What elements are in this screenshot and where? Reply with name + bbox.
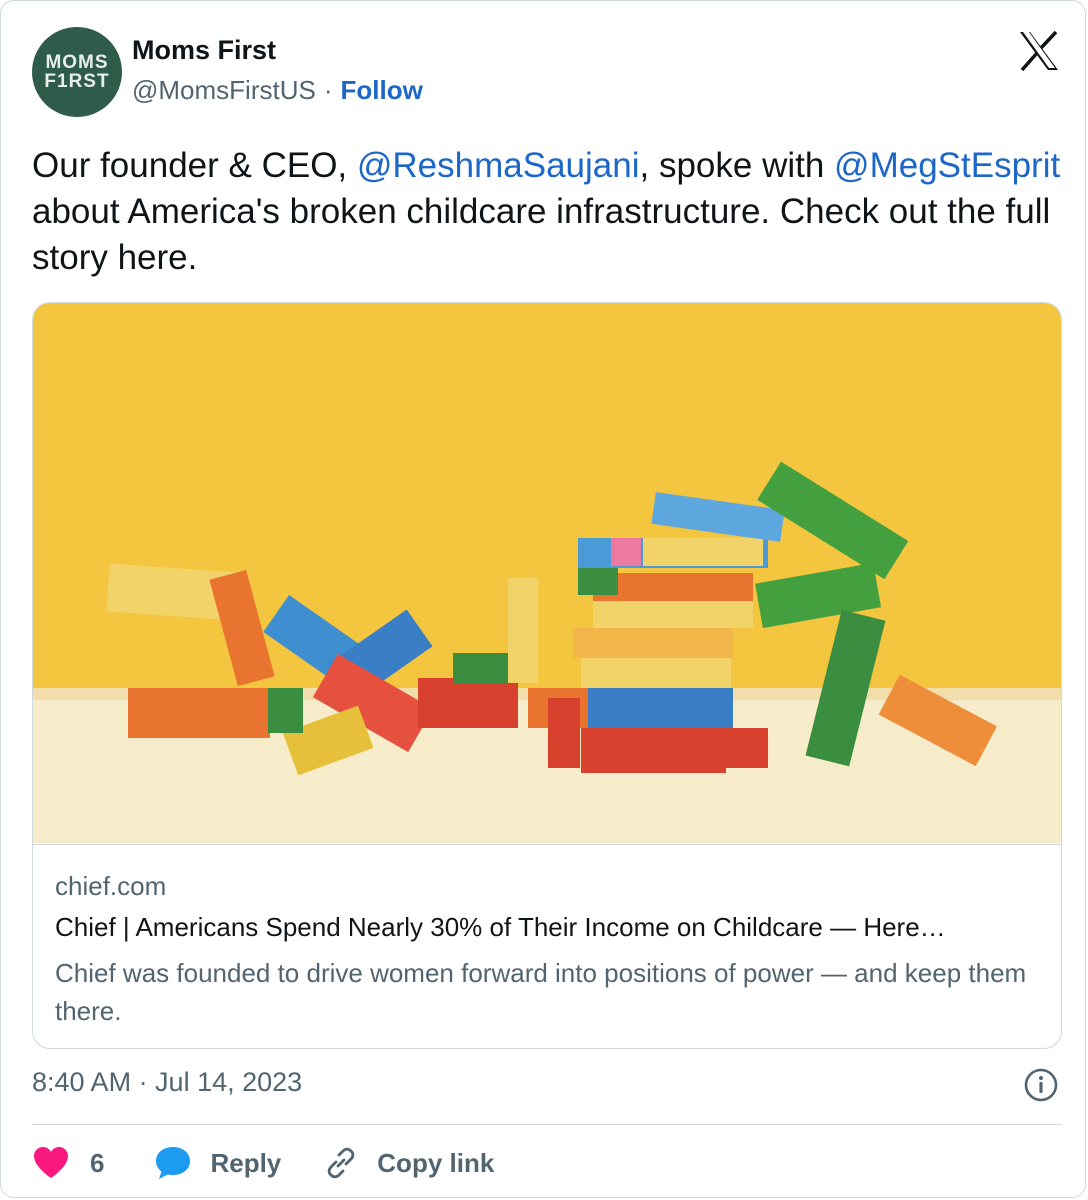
link-preview-card[interactable]: chief.com Chief | Americans Spend Nearly… [32, 302, 1062, 1049]
info-icon[interactable] [1023, 1067, 1059, 1103]
follow-button[interactable]: Follow [341, 75, 423, 106]
tweet-embed-card: MOMS F1RST Moms First @MomsFirstUS · Fol… [0, 0, 1086, 1198]
link-preview-image [33, 303, 1061, 843]
link-icon [328, 1147, 355, 1179]
copy-link-button[interactable]: Copy link [323, 1145, 494, 1181]
author-handle-row: @MomsFirstUS · Follow [132, 75, 423, 106]
tweet-text-segment: about America's broken childcare infrast… [32, 192, 1051, 277]
handle-separator: · [323, 75, 333, 105]
speech-bubble-icon [156, 1147, 191, 1179]
link-description: Chief was founded to drive women forward… [55, 958, 1027, 1026]
link-title: Chief | Americans Spend Nearly 30% of Th… [55, 912, 946, 942]
mention-link-meg[interactable]: @MegStEsprit [834, 146, 1060, 185]
tweet-actions: 6 Reply Copy link [32, 1139, 494, 1187]
copy-link-label: Copy link [377, 1147, 495, 1178]
heart-icon [34, 1147, 68, 1178]
reply-label: Reply [210, 1147, 282, 1178]
link-preview-meta: chief.com Chief | Americans Spend Nearly… [33, 844, 1061, 1048]
x-logo-icon[interactable] [1018, 31, 1060, 71]
avatar-text-line-2: F1RST [44, 71, 110, 92]
tweet-timestamp[interactable]: 8:40 AM · Jul 14, 2023 [32, 1067, 302, 1098]
author-handle[interactable]: @MomsFirstUS [132, 75, 316, 106]
tweet-text: Our founder & CEO, @ReshmaSaujani, spoke… [32, 143, 1062, 281]
author-display-name[interactable]: Moms First [132, 35, 276, 66]
like-button[interactable]: 6 [32, 1146, 154, 1180]
actions-divider [32, 1124, 1062, 1125]
mention-link-reshma[interactable]: @ReshmaSaujani [357, 146, 640, 185]
link-domain: chief.com [55, 871, 167, 901]
reply-button[interactable]: Reply [154, 1145, 323, 1181]
avatar[interactable]: MOMS F1RST [32, 27, 122, 117]
tweet-text-segment: Our founder & CEO, [32, 146, 357, 185]
avatar-text-line-1: MOMS [45, 52, 109, 73]
tweet-text-segment: , spoke with [639, 146, 835, 185]
like-count: 6 [90, 1147, 105, 1178]
